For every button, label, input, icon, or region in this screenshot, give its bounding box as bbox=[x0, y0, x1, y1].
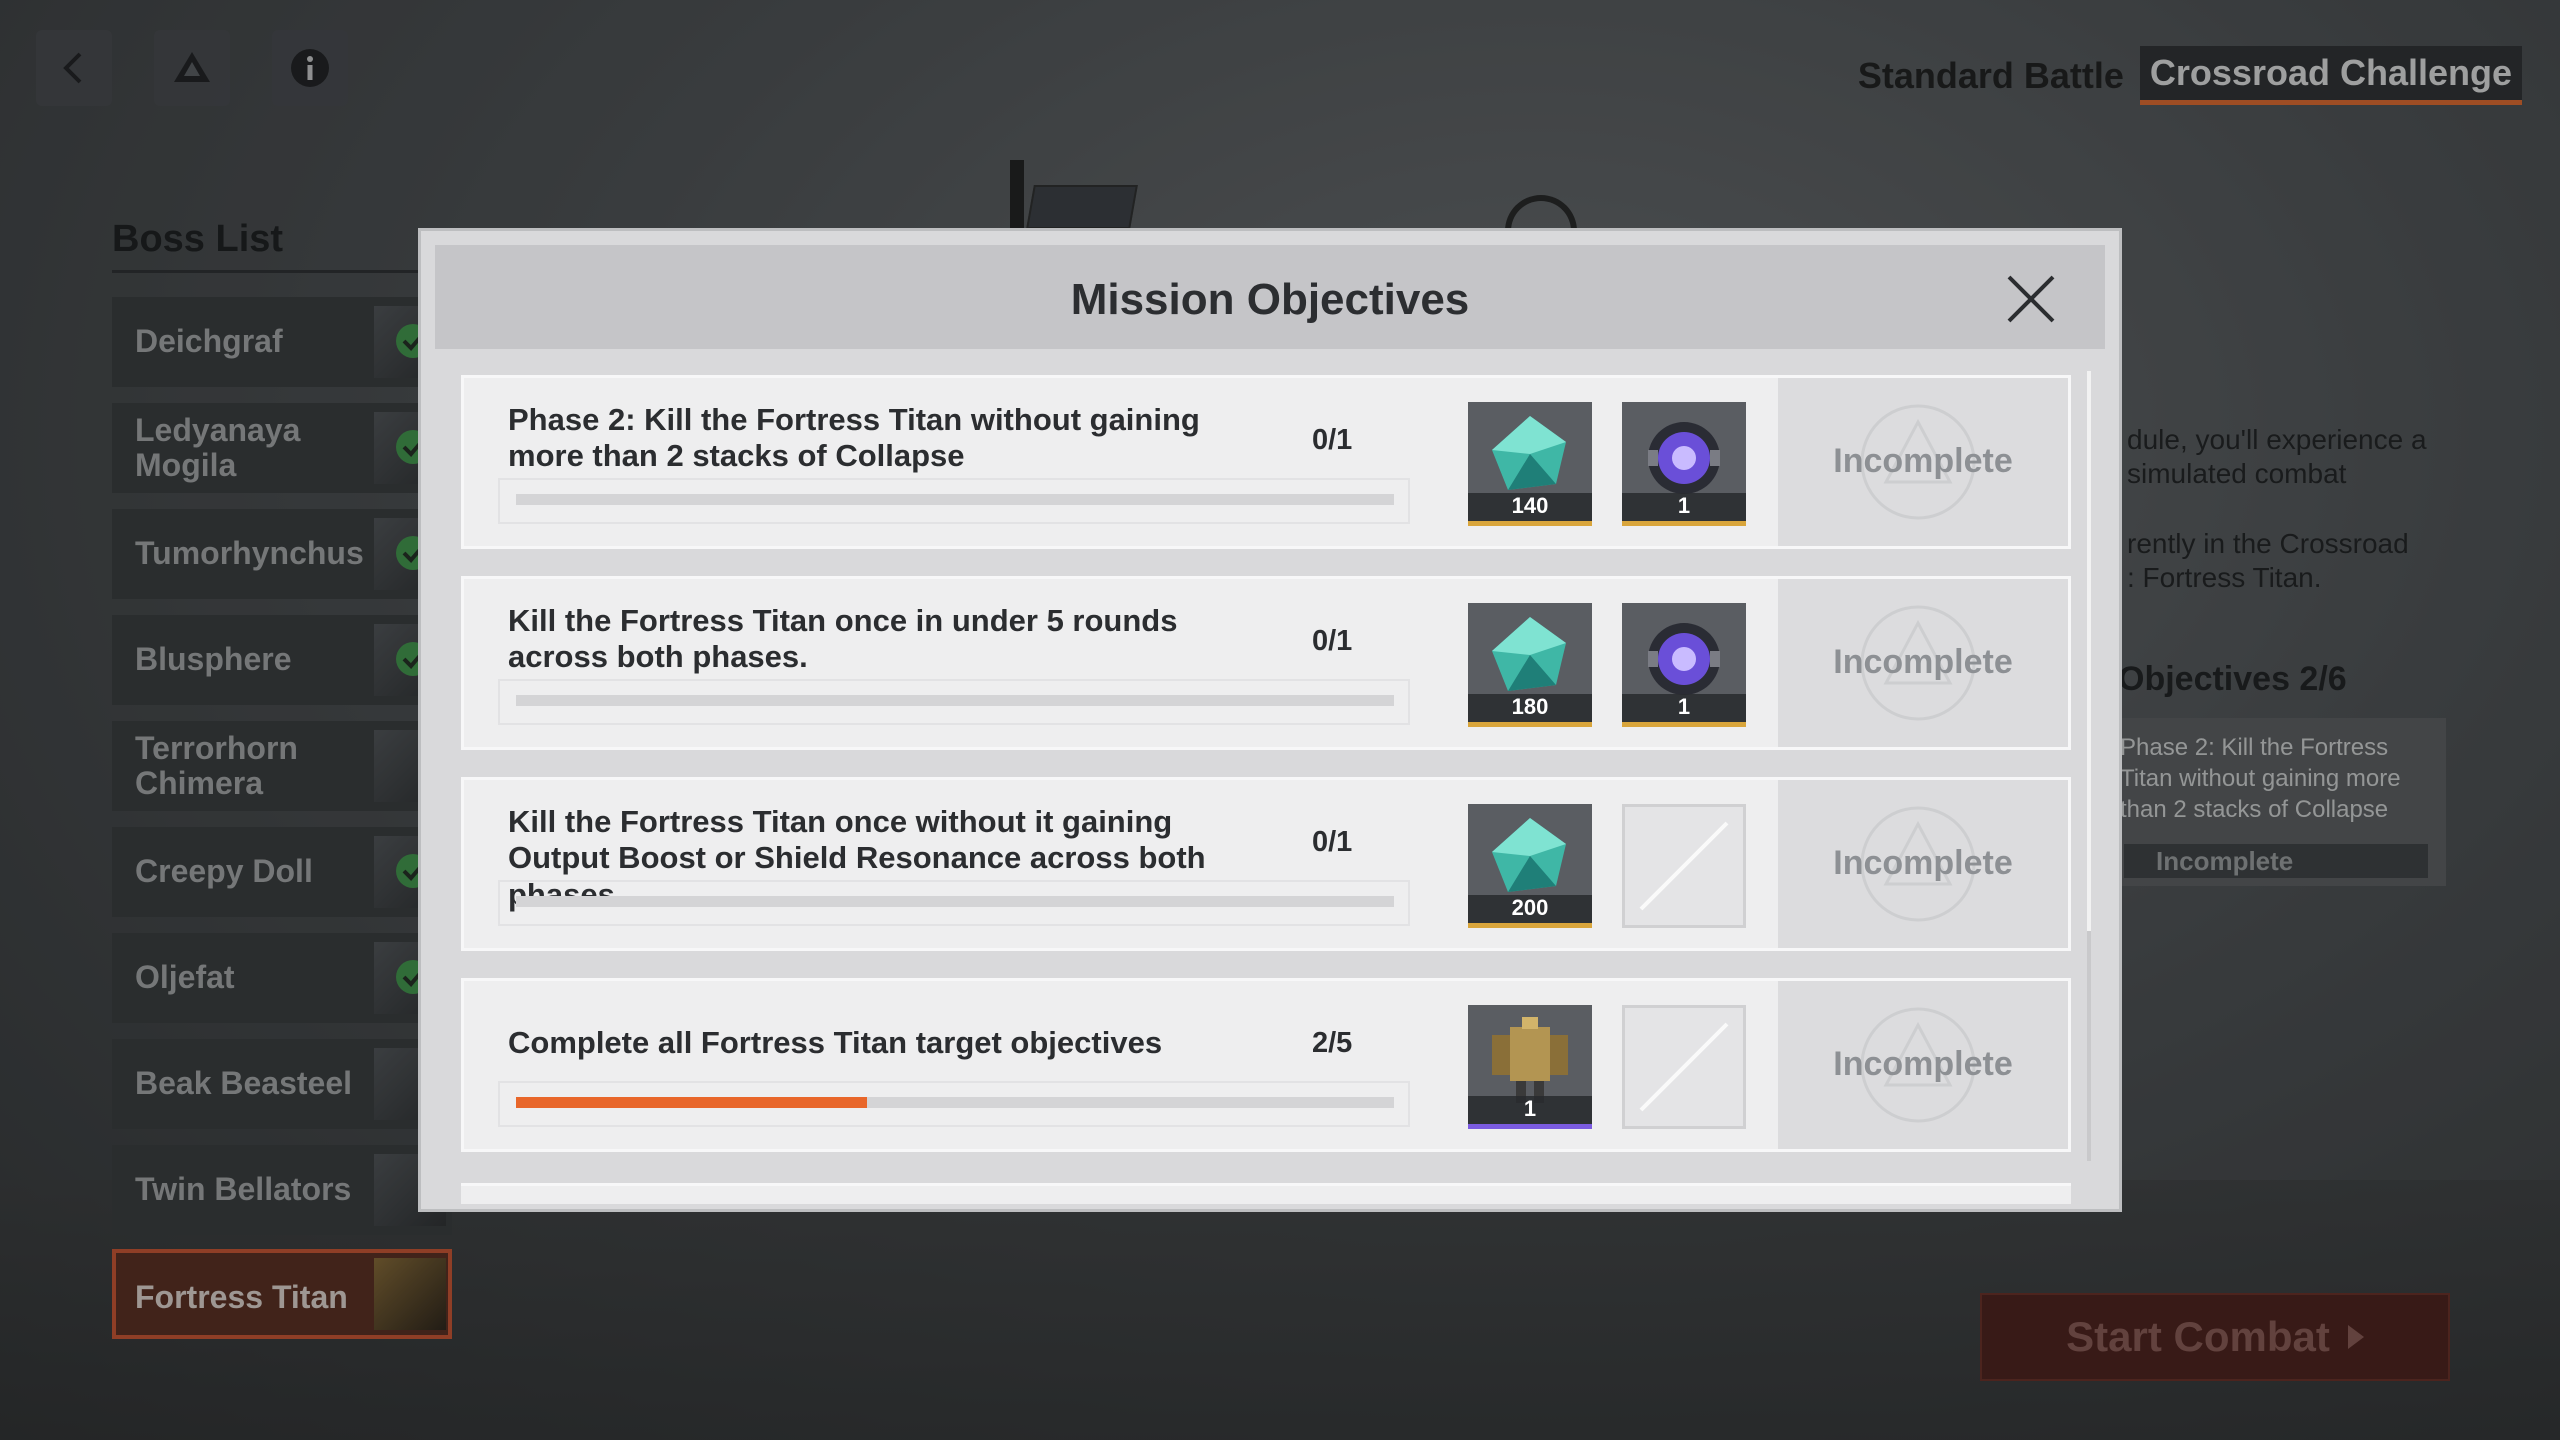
progress-bar bbox=[516, 896, 1394, 907]
objective-desc: Phase 2: Kill the Fortress Titan without… bbox=[508, 402, 1200, 474]
mission-objectives-modal: Mission Objectives Phase 2: Kill the For… bbox=[418, 228, 2122, 1212]
objective-status: Incomplete bbox=[1833, 442, 2013, 480]
progress-bar-fill bbox=[516, 1097, 868, 1108]
objective-progress-count: 0/1 bbox=[1312, 424, 1353, 456]
empty-reward-slot bbox=[1622, 1005, 1746, 1129]
reward-quantity: 1 bbox=[1622, 493, 1746, 526]
reward-item[interactable]: 180 bbox=[1468, 603, 1592, 727]
progress-bar-frame bbox=[498, 478, 1410, 524]
objective-status-area: Incomplete bbox=[1778, 378, 2068, 546]
empty-reward-slot bbox=[1622, 804, 1746, 928]
modal-title: Mission Objectives bbox=[1070, 275, 1470, 324]
objective-status-area: Incomplete bbox=[1778, 981, 2068, 1149]
scrollbar-thumb[interactable] bbox=[2087, 371, 2091, 931]
objective-row: Kill the Fortress Titan once in under 5 … bbox=[461, 576, 2071, 750]
reward-item[interactable]: 200 bbox=[1468, 804, 1592, 928]
objective-desc: Kill the Fortress Titan once in under 5 … bbox=[508, 603, 1178, 675]
objective-progress-count: 0/1 bbox=[1312, 625, 1353, 657]
empty-slot-icon bbox=[1639, 1022, 1729, 1112]
reward-quantity: 1 bbox=[1622, 694, 1746, 727]
objective-row: Phase 2: Kill the Fortress Titan without… bbox=[461, 375, 2071, 549]
reward-quantity: 200 bbox=[1468, 895, 1592, 928]
objective-status: Incomplete bbox=[1833, 643, 2013, 681]
objective-row: Kill the Fortress Titan once without it … bbox=[461, 777, 2071, 951]
progress-bar-frame bbox=[498, 880, 1410, 926]
reward-quantity: 140 bbox=[1468, 493, 1592, 526]
modal-header: Mission Objectives bbox=[435, 245, 2105, 349]
objective-row: Complete all Fortress Titan target objec… bbox=[461, 978, 2071, 1152]
reward-item[interactable]: 140 bbox=[1468, 402, 1592, 526]
objective-desc: Complete all Fortress Titan target objec… bbox=[508, 1025, 1163, 1060]
scrollbar[interactable] bbox=[2087, 371, 2091, 1161]
progress-bar bbox=[516, 1097, 1394, 1108]
objective-progress-count: 2/5 bbox=[1312, 1027, 1353, 1059]
objective-row-partial bbox=[461, 1183, 2071, 1204]
progress-bar-frame bbox=[498, 679, 1410, 725]
progress-bar-frame bbox=[498, 1081, 1410, 1127]
empty-slot-icon bbox=[1639, 821, 1729, 911]
close-icon[interactable] bbox=[2003, 271, 2059, 327]
progress-bar bbox=[516, 695, 1394, 706]
reward-item[interactable]: 1 bbox=[1468, 1005, 1592, 1129]
reward-item[interactable]: 1 bbox=[1622, 402, 1746, 526]
objective-status: Incomplete bbox=[1833, 1045, 2013, 1083]
objective-status: Incomplete bbox=[1833, 844, 2013, 882]
reward-quantity: 1 bbox=[1468, 1096, 1592, 1129]
progress-bar bbox=[516, 494, 1394, 505]
objective-status-area: Incomplete bbox=[1778, 579, 2068, 747]
objective-status-area: Incomplete bbox=[1778, 780, 2068, 948]
reward-quantity: 180 bbox=[1468, 694, 1592, 727]
reward-item[interactable]: 1 bbox=[1622, 603, 1746, 727]
objective-progress-count: 0/1 bbox=[1312, 826, 1353, 858]
